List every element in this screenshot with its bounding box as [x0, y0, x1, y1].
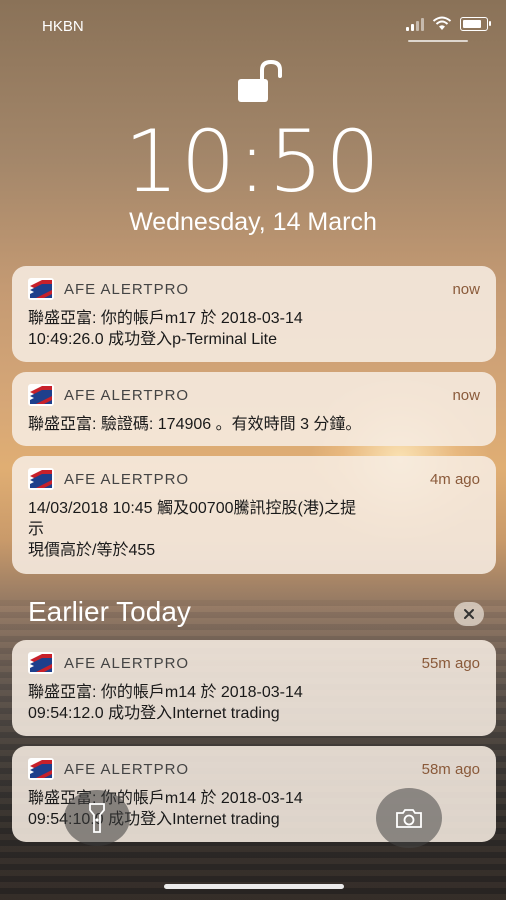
notification-time: 4m ago [429, 470, 480, 488]
notification-body: 14/03/2018 10:45 觸及00700騰訊控股(港)之提 示 現價高於… [28, 500, 357, 559]
notification-card[interactable]: AFE ALERTPRO 4m ago 14/03/2018 10:45 觸及0… [12, 456, 496, 574]
control-center-indicator[interactable] [408, 40, 468, 42]
notification-body: 聯盛亞富: 驗證碼: 174906 。有效時間 3 分鐘。 [28, 416, 362, 433]
lock-time: 10:50 [124, 112, 382, 212]
unlocked-padlock-icon [238, 59, 290, 109]
home-indicator[interactable] [164, 884, 344, 889]
lock-date: Wednesday, 14 March [129, 208, 377, 236]
notification-app-name: AFE ALERTPRO [64, 386, 190, 404]
notification-card[interactable]: AFE ALERTPRO now 聯盛亞富: 驗證碼: 174906 。有效時間… [12, 372, 496, 446]
notification-app-name: AFE ALERTPRO [64, 760, 190, 778]
afe-app-icon [28, 758, 54, 780]
afe-app-icon [28, 468, 54, 490]
afe-app-icon [28, 652, 54, 674]
carrier-name: HKBN [42, 18, 84, 35]
signal-icon [406, 17, 424, 31]
notification-time: 55m ago [421, 654, 480, 672]
wifi-icon [432, 16, 452, 30]
section-title-earlier-today: Earlier Today [28, 596, 191, 627]
notification-body: 聯盛亞富: 你的帳戶m14 於 2018-03-14 09:54:12.0 成功… [28, 684, 303, 722]
flashlight-icon [89, 803, 105, 833]
afe-app-icon [28, 278, 54, 300]
close-icon [464, 609, 474, 619]
camera-button[interactable] [376, 788, 442, 848]
status-bar: HKBN [0, 0, 506, 52]
notification-time: 58m ago [421, 760, 480, 778]
status-icons [406, 16, 491, 31]
notification-time: now [452, 280, 480, 298]
camera-icon [396, 809, 422, 828]
battery-icon [460, 17, 491, 31]
clear-notifications-button[interactable] [454, 602, 484, 626]
notification-card[interactable]: AFE ALERTPRO now 聯盛亞富: 你的帳戶m17 於 2018-03… [12, 266, 496, 362]
notification-app-name: AFE ALERTPRO [64, 470, 190, 488]
notification-time: now [452, 386, 480, 404]
notification-body: 聯盛亞富: 你的帳戶m17 於 2018-03-14 10:49:26.0 成功… [28, 310, 303, 348]
flashlight-button[interactable] [64, 790, 130, 846]
notification-app-name: AFE ALERTPRO [64, 654, 190, 672]
afe-app-icon [28, 384, 54, 406]
notification-app-name: AFE ALERTPRO [64, 280, 190, 298]
notification-card[interactable]: AFE ALERTPRO 55m ago 聯盛亞富: 你的帳戶m14 於 201… [12, 640, 496, 736]
